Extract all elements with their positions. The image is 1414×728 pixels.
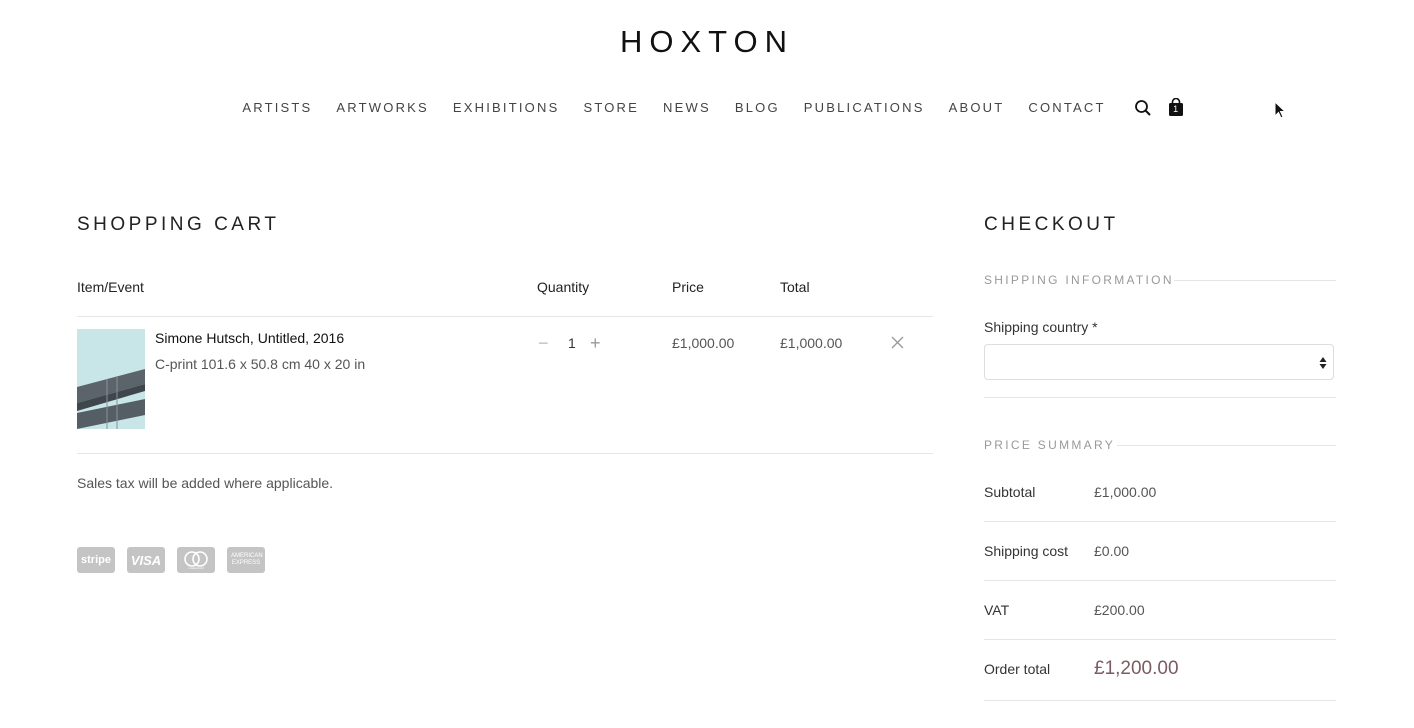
shipping-section-title: SHIPPING INFORMATION xyxy=(984,273,1174,287)
shopping-bag-icon[interactable]: 1 xyxy=(1168,98,1184,117)
nav-item-about[interactable]: ABOUT xyxy=(949,100,1005,115)
remove-item-button[interactable] xyxy=(891,336,904,354)
mouse-cursor-icon xyxy=(1274,100,1287,124)
site-logo[interactable]: HOXTON xyxy=(0,24,1414,60)
checkout-title: CHECKOUT xyxy=(984,214,1119,235)
item-description: C-print 101.6 x 50.8 cm 40 x 20 in xyxy=(155,356,366,372)
quantity-value[interactable]: 1 xyxy=(568,335,576,351)
price-summary-section-title: PRICE SUMMARY xyxy=(984,438,1116,452)
artwork-thumbnail[interactable] xyxy=(77,329,145,429)
shipping-country-label: Shipping country * xyxy=(984,319,1098,335)
column-header-total: Total xyxy=(780,279,810,295)
nav-item-store[interactable]: STORE xyxy=(583,100,639,115)
cart-title: SHOPPING CART xyxy=(77,214,280,235)
quantity-decrease-button[interactable]: − xyxy=(538,333,549,354)
vat-label: VAT xyxy=(984,602,1010,618)
nav-item-contact[interactable]: CONTACT xyxy=(1028,100,1105,115)
shipping-country-select[interactable] xyxy=(984,344,1334,380)
quantity-increase-button[interactable]: + xyxy=(590,333,601,354)
divider xyxy=(984,580,1336,581)
tax-note: Sales tax will be added where applicable… xyxy=(77,475,334,491)
divider xyxy=(984,700,1336,701)
subtotal-value: £1,000.00 xyxy=(1094,484,1157,500)
stripe-icon: stripe xyxy=(77,547,115,573)
main-nav: ARTISTS ARTWORKS EXHIBITIONS STORE NEWS … xyxy=(0,98,1414,117)
column-header-item: Item/Event xyxy=(77,279,144,295)
item-title[interactable]: Simone Hutsch, Untitled, 2016 xyxy=(155,330,344,346)
item-price: £1,000.00 xyxy=(672,335,735,351)
nav-item-artworks[interactable]: ARTWORKS xyxy=(336,100,428,115)
amex-icon: AMERICAN EXPRESS xyxy=(227,547,265,573)
nav-item-publications[interactable]: PUBLICATIONS xyxy=(804,100,925,115)
divider xyxy=(77,316,933,317)
column-header-quantity: Quantity xyxy=(537,279,590,295)
nav-item-blog[interactable]: BLOG xyxy=(735,100,780,115)
vat-value: £200.00 xyxy=(1094,602,1145,618)
divider xyxy=(77,453,933,454)
nav-item-exhibitions[interactable]: EXHIBITIONS xyxy=(453,100,560,115)
close-icon xyxy=(891,336,904,349)
nav-item-news[interactable]: NEWS xyxy=(663,100,711,115)
divider xyxy=(984,397,1336,398)
mastercard-icon: mastercard xyxy=(177,547,215,573)
subtotal-label: Subtotal xyxy=(984,484,1036,500)
search-icon[interactable] xyxy=(1134,99,1152,117)
divider xyxy=(1117,445,1336,446)
divider xyxy=(1174,280,1336,281)
divider xyxy=(984,639,1336,640)
visa-icon: VISA xyxy=(127,547,165,573)
shipping-cost-value: £0.00 xyxy=(1094,543,1130,559)
cart-count-badge: 1 xyxy=(1173,104,1179,114)
select-arrows-icon xyxy=(1319,357,1327,369)
shipping-cost-label: Shipping cost xyxy=(984,543,1069,559)
item-total: £1,000.00 xyxy=(780,335,843,351)
divider xyxy=(984,521,1336,522)
order-total-label: Order total xyxy=(984,661,1051,677)
order-total-value: £1,200.00 xyxy=(1094,658,1179,679)
column-header-price: Price xyxy=(672,279,704,295)
nav-item-artists[interactable]: ARTISTS xyxy=(242,100,312,115)
